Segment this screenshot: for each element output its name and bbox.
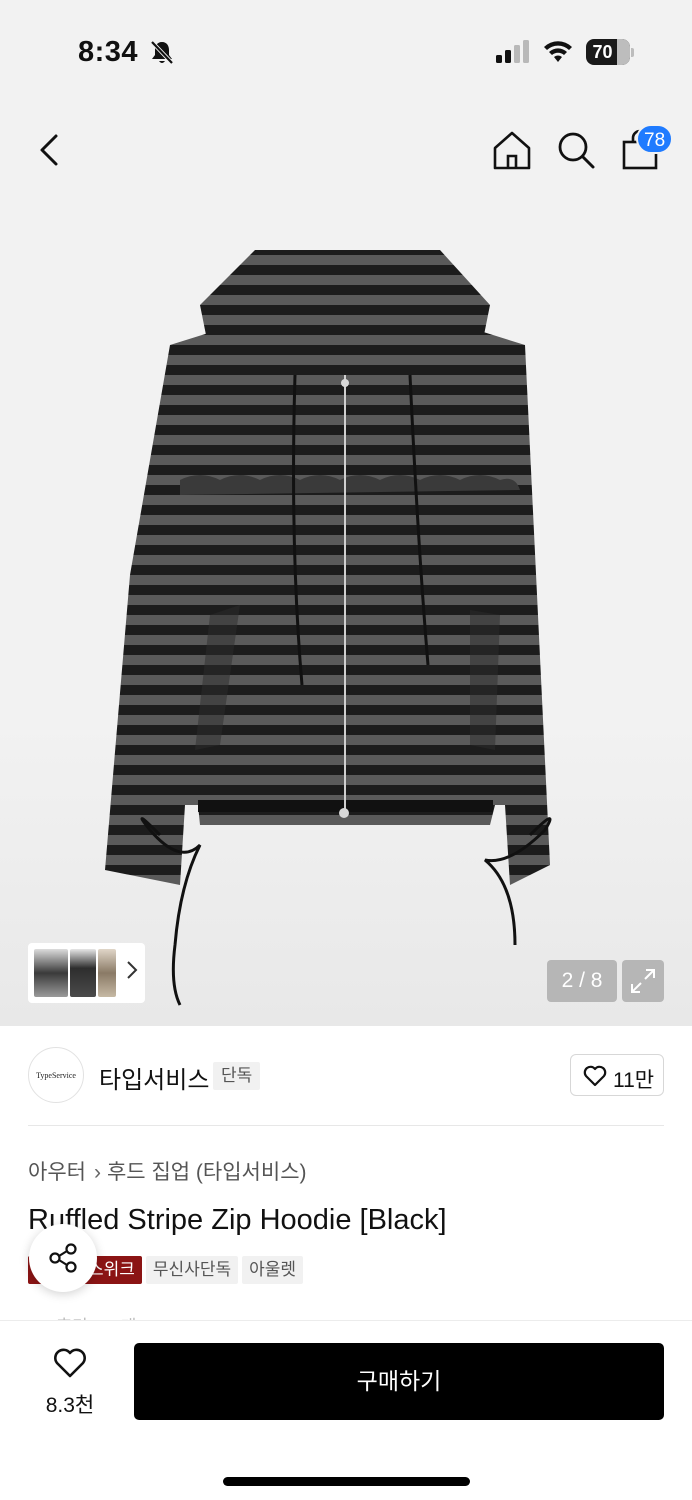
tag-outlet: 아울렛 [242, 1256, 304, 1284]
tag-exclusive: 무신사단독 [145, 1256, 239, 1284]
wishlist-button[interactable]: 8.3천 [30, 1345, 110, 1417]
bottom-action-bar: 8.3천 구매하기 [0, 1320, 692, 1500]
image-counter: 2 / 8 [547, 960, 617, 1002]
status-time: 8:34 [78, 36, 139, 68]
thumbnail-image[interactable] [98, 949, 116, 997]
search-icon[interactable] [554, 128, 598, 172]
exclusive-badge: 단독 [213, 1062, 261, 1090]
battery-level: 70 [592, 42, 613, 62]
bell-muted-icon [150, 40, 174, 65]
thumbnail-image[interactable] [34, 949, 68, 997]
thumbnail-image[interactable] [70, 949, 96, 997]
wishlist-count: 8.3천 [45, 1394, 95, 1417]
share-button[interactable] [29, 1224, 97, 1292]
product-title: Ruffled Stripe Zip Hoodie [Black] [28, 1204, 447, 1236]
home-icon[interactable] [490, 128, 534, 172]
breadcrumb: 아우터 › 후드 집업 (타입서비스) [28, 1156, 307, 1186]
share-icon [49, 1243, 77, 1273]
heart-icon [583, 1065, 607, 1087]
chevron-right-icon: › [93, 1161, 101, 1184]
thumbnail-strip[interactable] [28, 943, 145, 1003]
brand-like-count: 11만 [613, 1069, 655, 1092]
breadcrumb-item[interactable]: 후드 집업 (타입서비스) [107, 1161, 307, 1184]
breadcrumb-item[interactable]: 아우터 [28, 1161, 86, 1184]
cart-count-badge: 78 [636, 124, 674, 154]
wifi-icon [544, 41, 572, 62]
product-image[interactable] [90, 245, 600, 1015]
battery-icon: 70 [586, 39, 634, 65]
expand-icon[interactable] [622, 960, 664, 1002]
brand-like-button[interactable]: 11만 [570, 1054, 664, 1096]
brand-name[interactable]: 타입서비스 [99, 1060, 209, 1095]
chevron-right-icon[interactable] [126, 959, 138, 981]
brand-logo[interactable]: TypeService [28, 1047, 84, 1103]
brand-row: TypeService 타입서비스 단독 11만 [0, 1026, 692, 1126]
heart-icon [54, 1348, 86, 1378]
back-arrow-icon[interactable] [30, 128, 70, 172]
product-gallery[interactable]: 8:34 70 78 2 / 8 [0, 0, 692, 1026]
home-indicator [223, 1477, 470, 1486]
divider [28, 1125, 664, 1126]
cellular-signal-icon [496, 40, 529, 63]
buy-button[interactable]: 구매하기 [134, 1343, 664, 1420]
status-bar: 8:34 70 [0, 0, 692, 100]
